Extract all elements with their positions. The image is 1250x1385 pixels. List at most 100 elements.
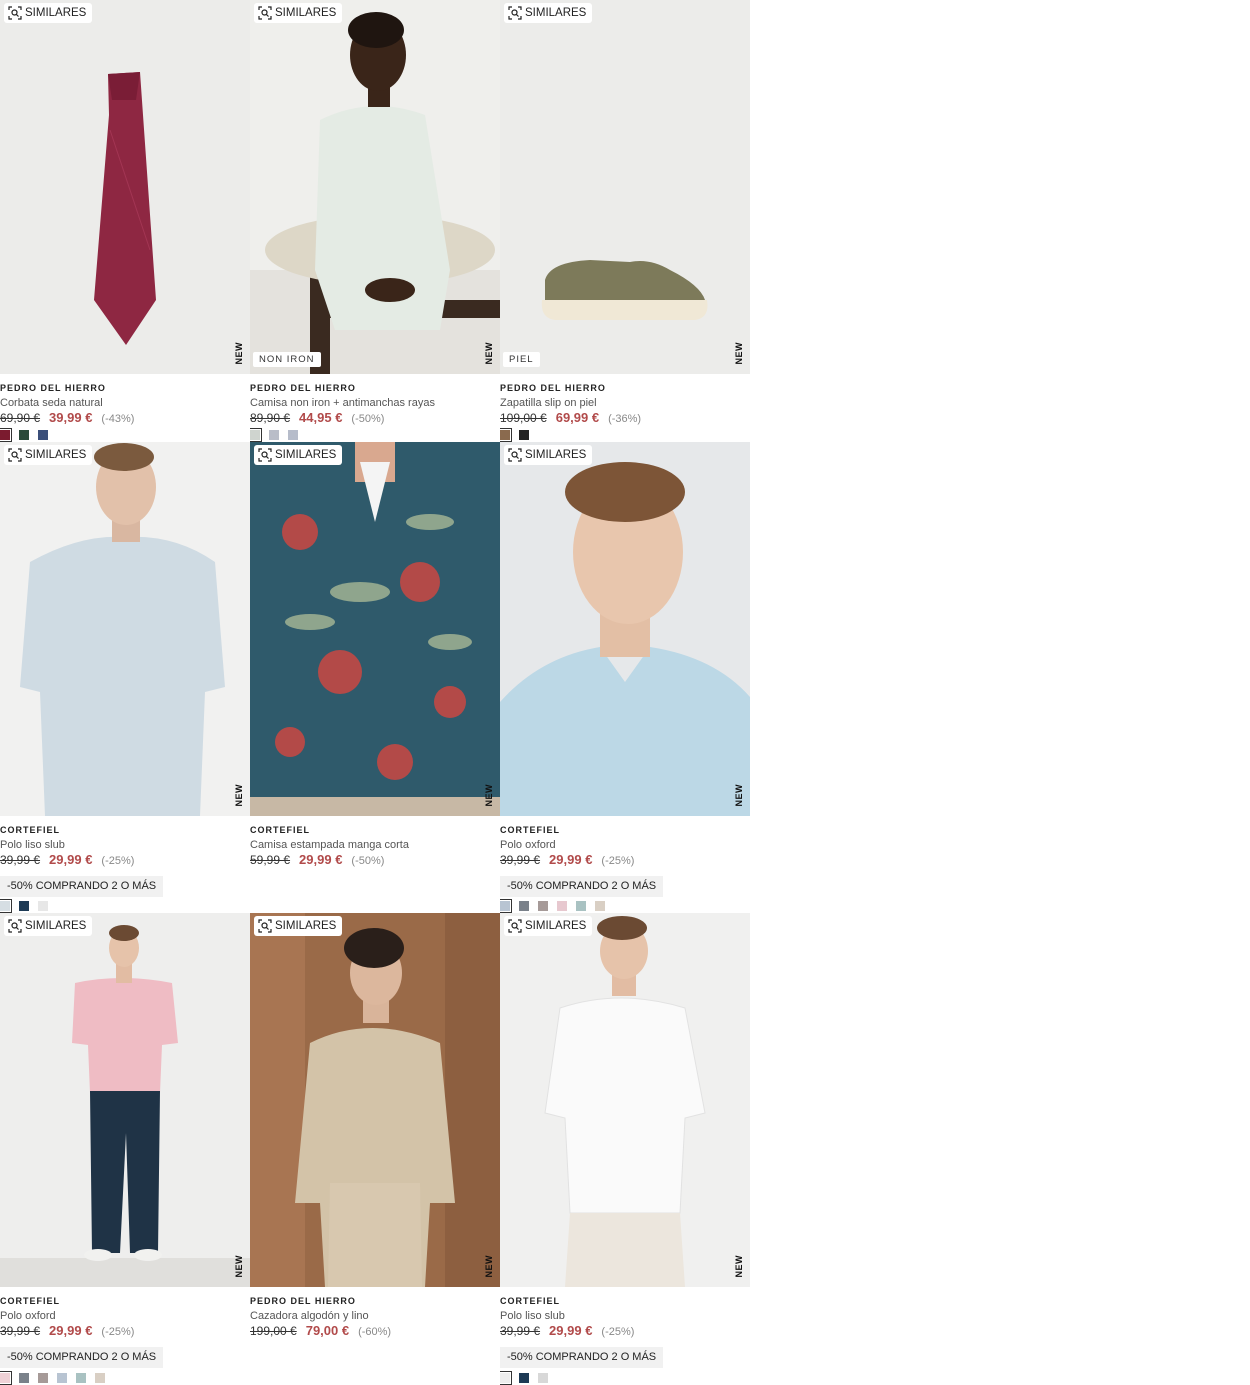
color-swatch[interactable] [19,430,29,440]
color-swatches [250,428,298,442]
product-card[interactable]: SIMILARES NEW PEDRO DEL HIERRO Cazadora … [250,913,500,1385]
product-card[interactable]: SIMILARES NEW CORTEFIEL Camisa estampada… [250,442,500,913]
product-name[interactable]: Polo liso slub [500,1309,750,1323]
color-swatch[interactable] [269,430,279,440]
scan-search-icon [8,6,22,20]
product-image[interactable]: SIMILARES NEW [0,442,250,816]
similar-button[interactable]: SIMILARES [254,445,343,465]
product-card[interactable]: SIMILARES NEW CORTEFIEL Polo liso slub 3… [0,442,250,913]
product-name[interactable]: Cazadora algodón y lino [250,1309,500,1323]
product-image[interactable]: SIMILARES NEW [0,913,250,1287]
product-name[interactable]: Camisa estampada manga corta [250,838,500,852]
similar-button[interactable]: SIMILARES [504,445,593,465]
discount-percent: (-25%) [601,855,635,867]
color-swatch[interactable] [0,899,12,913]
color-swatch[interactable] [0,1371,12,1385]
color-swatch[interactable] [19,1373,29,1383]
product-image[interactable]: SIMILARES NEW [500,913,750,1287]
floral-shirt-photo [250,442,500,816]
new-tag: NEW [734,341,744,365]
product-image[interactable]: SIMILARES NEW [0,0,250,374]
similar-button[interactable]: SIMILARES [4,916,93,936]
similar-button[interactable]: SIMILARES [254,3,343,23]
new-tag: NEW [484,341,494,365]
color-swatch[interactable] [538,1373,548,1383]
original-price: 39,99 € [500,1324,541,1338]
product-name[interactable]: Corbata seda natural [0,396,250,410]
product-image[interactable]: SIMILARES NEW [250,442,500,816]
similar-button[interactable]: SIMILARES [504,916,593,936]
original-price: 69,90 € [0,411,41,425]
color-swatch[interactable] [576,901,586,911]
discount-percent: (-25%) [101,1326,135,1338]
product-grid: SIMILARES NEW PEDRO DEL HIERRO Corbata s… [0,0,750,1385]
shoe-photo [500,0,750,374]
color-swatch[interactable] [500,899,512,913]
product-name[interactable]: Camisa non iron + antimanchas rayas [250,396,500,410]
product-card[interactable]: SIMILARES NEW CORTEFIEL Polo oxford 39,9… [0,913,250,1385]
discount-percent: (-43%) [101,413,135,425]
product-card[interactable]: SIMILARES NEW CORTEFIEL Polo oxford 39,9… [500,442,750,913]
product-name[interactable]: Polo liso slub [0,838,250,852]
sale-price: 29,99 € [49,1323,93,1338]
product-brand: PEDRO DEL HIERRO [0,383,106,393]
color-swatch[interactable] [288,430,298,440]
product-info: PEDRO DEL HIERRO Camisa non iron + antim… [250,374,500,426]
product-name[interactable]: Polo oxford [0,1309,250,1323]
color-swatch[interactable] [538,901,548,911]
product-info: PEDRO DEL HIERRO Corbata seda natural 69… [0,374,250,426]
new-tag: NEW [234,341,244,365]
color-swatch[interactable] [557,901,567,911]
product-brand: CORTEFIEL [0,825,60,835]
pink-polo-photo [0,913,250,1287]
similar-label: SIMILARES [275,7,337,19]
color-swatch[interactable] [250,428,262,442]
polo-closeup-photo [500,442,750,816]
similar-button[interactable]: SIMILARES [254,916,343,936]
product-name[interactable]: Zapatilla slip on piel [500,396,750,410]
color-swatch[interactable] [95,1373,105,1383]
color-swatch[interactable] [0,428,12,442]
color-swatch[interactable] [38,901,48,911]
product-card[interactable]: SIMILARES NEW CORTEFIEL Polo liso slub 3… [500,913,750,1385]
promo-badge: -50% COMPRANDO 2 O MÁS [500,876,664,897]
product-brand: CORTEFIEL [250,825,310,835]
color-swatch[interactable] [500,428,512,442]
product-image[interactable]: SIMILARES PIEL NEW [500,0,750,374]
color-swatch[interactable] [57,1373,67,1383]
color-swatch[interactable] [19,901,29,911]
similar-button[interactable]: SIMILARES [4,445,93,465]
product-card[interactable]: SIMILARES NEW PEDRO DEL HIERRO Corbata s… [0,0,250,442]
product-image[interactable]: SIMILARES NEW [500,442,750,816]
new-tag: NEW [484,1254,494,1278]
color-swatches [0,428,48,442]
polo-model-photo [0,442,250,816]
color-swatch[interactable] [595,901,605,911]
new-tag: NEW [234,1254,244,1278]
product-card[interactable]: SIMILARES PIEL NEW PEDRO DEL HIERRO Zapa… [500,0,750,442]
original-price: 89,90 € [250,411,291,425]
scan-search-icon [258,919,272,933]
color-swatch[interactable] [519,1373,529,1383]
discount-percent: (-36%) [608,413,642,425]
discount-percent: (-50%) [351,855,385,867]
product-name[interactable]: Polo oxford [500,838,750,852]
similar-label: SIMILARES [275,449,337,461]
feature-tag: PIEL [503,352,540,367]
similar-button[interactable]: SIMILARES [4,3,93,23]
product-brand: PEDRO DEL HIERRO [500,383,606,393]
color-swatch[interactable] [519,901,529,911]
color-swatch[interactable] [76,1373,86,1383]
color-swatches [0,899,48,913]
color-swatch[interactable] [500,1371,512,1385]
color-swatch[interactable] [519,430,529,440]
color-swatch[interactable] [38,430,48,440]
color-swatch[interactable] [38,1373,48,1383]
similar-button[interactable]: SIMILARES [504,3,593,23]
new-tag: NEW [734,1254,744,1278]
price-row: 199,00 € 79,00 € (-60%) [250,1323,500,1339]
product-image[interactable]: SIMILARES NEW [250,913,500,1287]
product-card[interactable]: SIMILARES NON IRON NEW PEDRO DEL HIERRO … [250,0,500,442]
original-price: 39,99 € [0,853,41,867]
product-image[interactable]: SIMILARES NON IRON NEW [250,0,500,374]
